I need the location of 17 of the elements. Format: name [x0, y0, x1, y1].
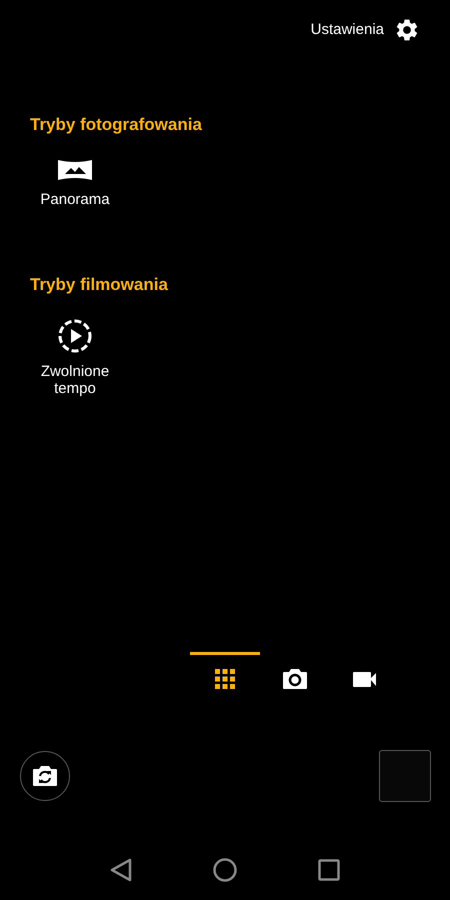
home-icon[interactable] — [212, 858, 237, 882]
grid-icon — [215, 668, 235, 688]
section-heading: Tryby filmowania — [30, 274, 169, 296]
settings-icon[interactable] — [394, 17, 420, 43]
mode-button[interactable]: Zwolnione tempo — [30, 318, 120, 397]
recents-icon[interactable] — [318, 859, 340, 881]
mode-button[interactable]: Panorama — [30, 158, 120, 208]
section-heading: Tryby fotografowania — [30, 114, 203, 136]
camera-switch-icon — [32, 765, 58, 787]
gallery-thumbnail[interactable] — [379, 750, 431, 802]
panorama-icon — [57, 158, 93, 182]
video-camera-icon — [353, 670, 377, 686]
dashed-circle-play-icon — [57, 318, 93, 354]
switch-camera-button[interactable] — [20, 751, 70, 801]
back-icon[interactable] — [110, 858, 132, 882]
settings-button[interactable]: Ustawienia — [310, 18, 384, 42]
camera-icon — [282, 668, 308, 690]
